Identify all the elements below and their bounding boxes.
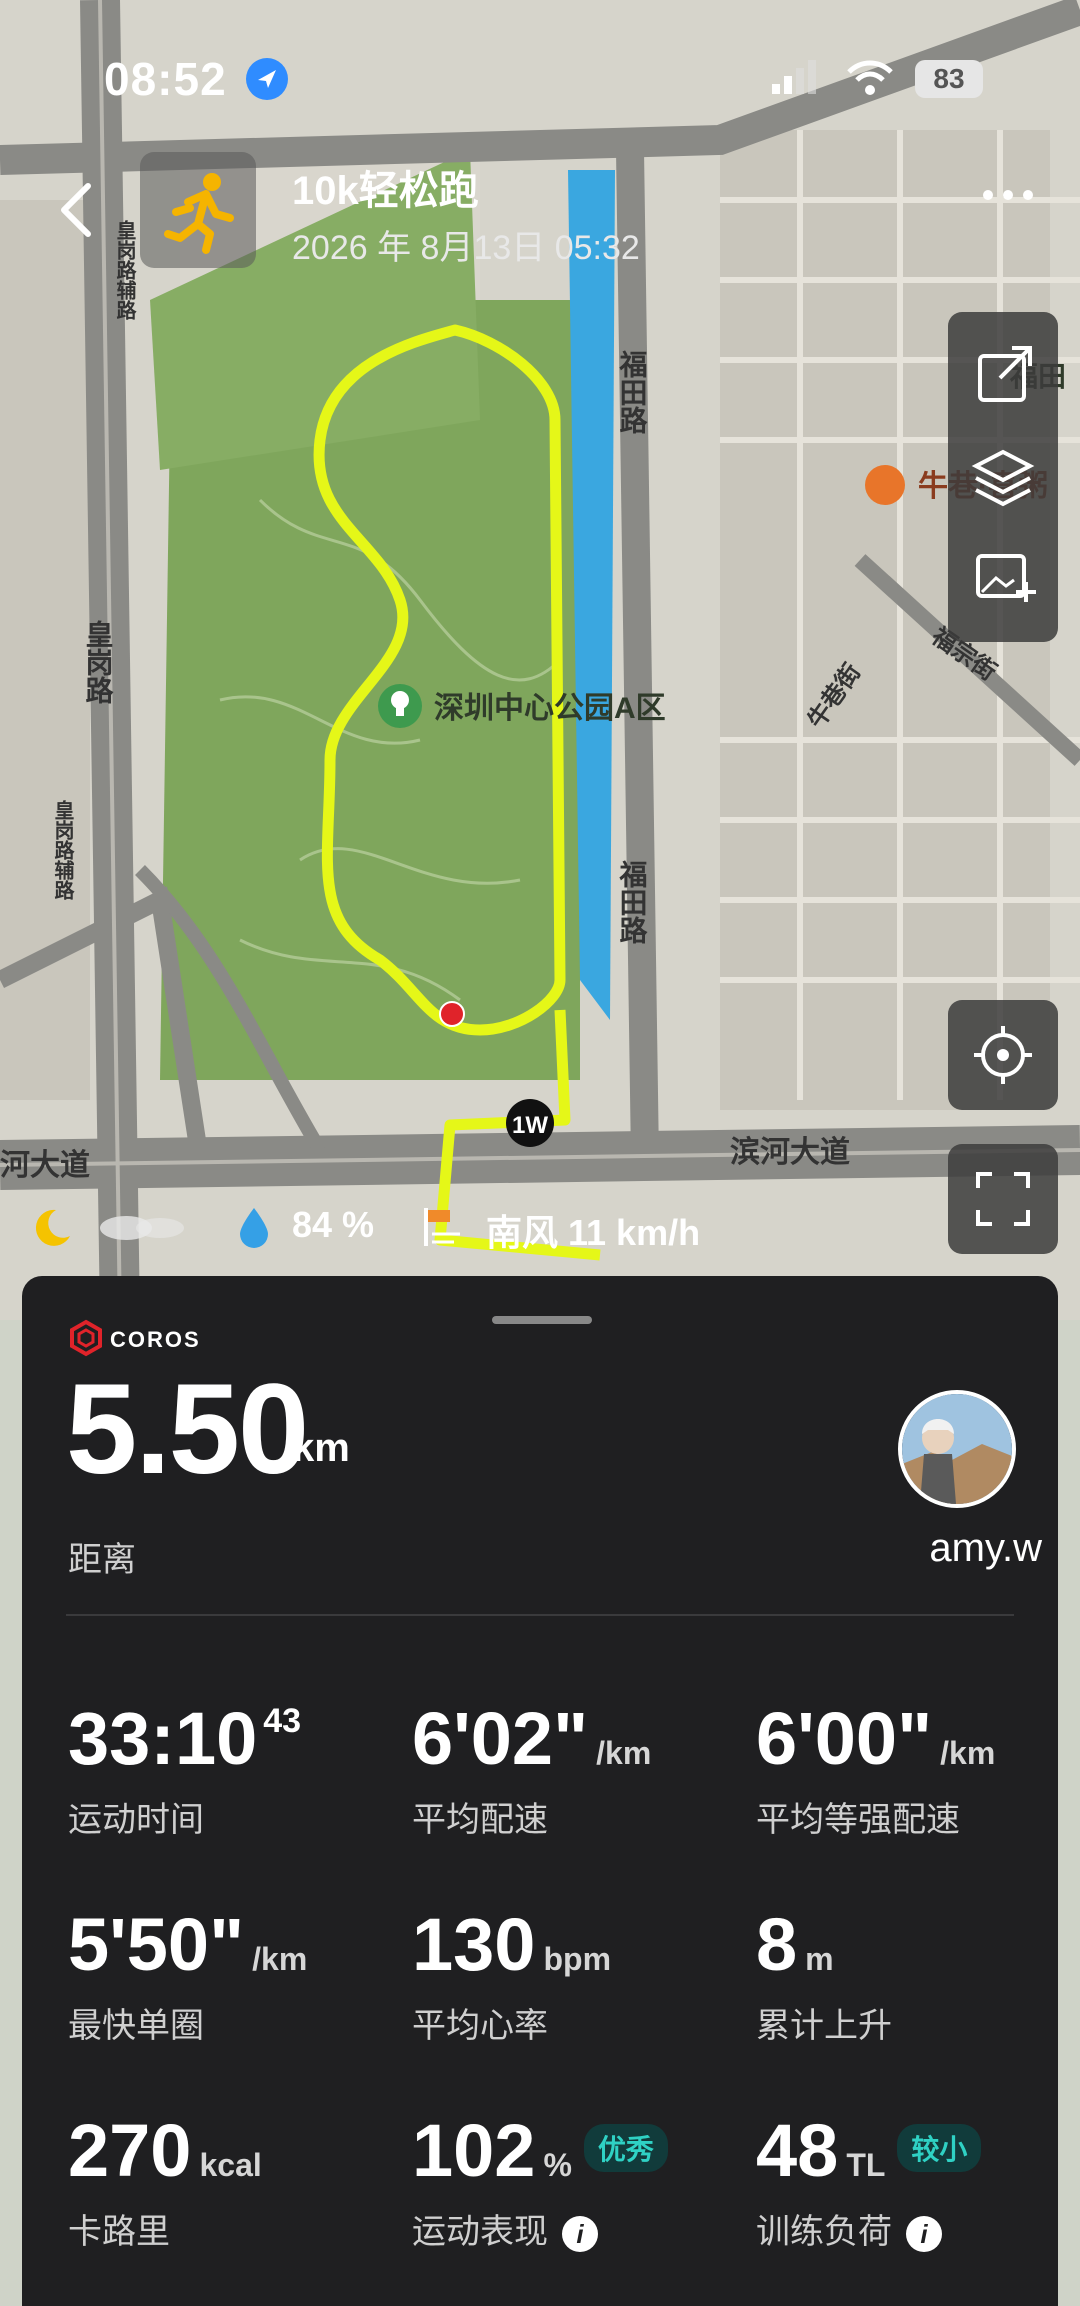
status-bar: 08:52 83 [0,52,1080,112]
location-arrow-icon [246,58,288,100]
stat-label: 平均等强配速 [756,1801,960,1839]
divider [66,1614,1014,1616]
more-options-button[interactable] [978,180,1038,210]
stat-fastest-lap: 5'50"/km 最快单圈 [68,1902,408,2052]
locate-button[interactable] [948,1000,1058,1110]
share-icon [978,346,1032,402]
map-label: 皇岗路 [83,620,114,704]
stat-label: 累计上升 [756,2007,892,2045]
training-load-badge: 较小 [897,2124,982,2173]
coros-logo: COROS [68,1318,248,1358]
stat-unit: /km [596,1735,652,1771]
performance-badge: 优秀 [583,2124,668,2173]
map-label: 1W [512,1112,548,1139]
stat-value: 8 [756,1903,798,1986]
distance-label: 距离 [68,1541,136,1579]
status-time: 08:52 [104,53,227,105]
start-point-marker [439,1001,465,1027]
info-icon[interactable]: i [906,2216,942,2253]
stat-value: 5'50" [68,1903,245,1986]
stat-unit: /km [252,1941,308,1977]
add-photo-button[interactable] [948,526,1058,626]
activity-date: 2026 年 8月13日 05:32 [292,229,640,267]
map-label: 深圳中心公园A区 [434,692,666,725]
map-layers-button[interactable] [948,426,1058,526]
map-label: 滨河大道 [730,1135,850,1169]
stat-moving-time: 33:10 43 运动时间 [68,1696,408,1846]
stat-centiseconds: 43 [263,1702,302,1740]
stat-avg-pace: 6'02"/km 平均配速 [412,1696,752,1846]
crosshair-icon [974,1026,1032,1084]
brand-name: COROS [110,1327,201,1352]
stat-label: 平均配速 [412,1801,548,1839]
chevron-left-icon [61,183,91,237]
moon-icon [26,1204,74,1261]
map-label: 福田路 [617,860,649,944]
cloud-icon [96,1204,192,1253]
info-icon[interactable]: i [562,2216,598,2253]
running-icon [164,173,234,254]
map-tools-panel [948,312,1058,642]
stat-value: 33:10 [68,1697,258,1780]
stat-label: 训练负荷 [756,2213,892,2251]
map-label: 福田路 [617,350,649,434]
share-button[interactable] [948,326,1058,426]
weather-strip: 84 % 南风 11 km/h [0,1190,1080,1260]
battery-indicator: 83 [915,60,983,98]
activity-type-icon [140,152,256,268]
add-image-icon [976,554,1036,602]
humidity-value: 84 % [292,1204,375,1245]
stat-unit: TL [846,2147,886,2183]
stat-value: 130 [412,1903,536,1986]
stat-label: 运动时间 [68,1801,204,1839]
stat-label: 最快单圈 [68,2007,204,2045]
stat-value: 6'00" [756,1697,933,1780]
distance-value: 5.50 [66,1358,309,1501]
stat-value: 6'02" [412,1697,589,1780]
stat-value: 102 [412,2109,536,2192]
wind-value: 南风 11 km/h [486,1212,701,1253]
username: amy.w [929,1526,1042,1570]
activity-summary-sheet[interactable]: COROS 5.50 km 距离 amy.w 33:10 43 运动时间 6'02… [22,1276,1058,2306]
stat-label: 平均心率 [412,2007,548,2045]
humidity-icon [234,1204,274,1257]
stat-avg-heart-rate: 130 bpm 平均心率 [412,1902,752,2052]
distance-unit: km [292,1426,350,1470]
stat-elevation-gain: 8m 累计上升 [756,1902,1080,2052]
stat-unit: m [805,1941,834,1977]
activity-header: 10k轻松跑 2026 年 8月13日 05:32 [0,140,1080,270]
wifi-icon [845,58,895,103]
cellular-signal-icon [770,58,820,103]
wind-icon [420,1204,464,1257]
stat-label: 卡路里 [68,2213,170,2251]
stat-performance: 102% 优秀 运动表现 i [412,2108,752,2258]
stat-label: 运动表现 [412,2213,548,2251]
stat-unit: /km [940,1735,996,1771]
stat-calories: 270 kcal 卡路里 [68,2108,408,2258]
stat-unit: % [543,2147,572,2183]
stat-training-load: 48 TL 较小 训练负荷 i [756,2108,1080,2258]
stat-unit: kcal [199,2147,262,2183]
layers-icon [971,449,1035,507]
map-label: 皇岗路辅路 [51,799,74,901]
stat-avg-gap: 6'00"/km 平均等强配速 [756,1696,1080,1846]
more-dots-icon [983,190,1033,200]
stat-value: 270 [68,2109,192,2192]
activity-title: 10k轻松跑 [292,169,479,213]
back-button[interactable] [52,180,102,240]
avatar[interactable] [898,1390,1016,1508]
stat-unit: bpm [543,1941,612,1977]
stat-value: 48 [756,2109,839,2192]
map-label: 河大道 [0,1149,90,1182]
sheet-drag-handle[interactable] [492,1316,592,1324]
